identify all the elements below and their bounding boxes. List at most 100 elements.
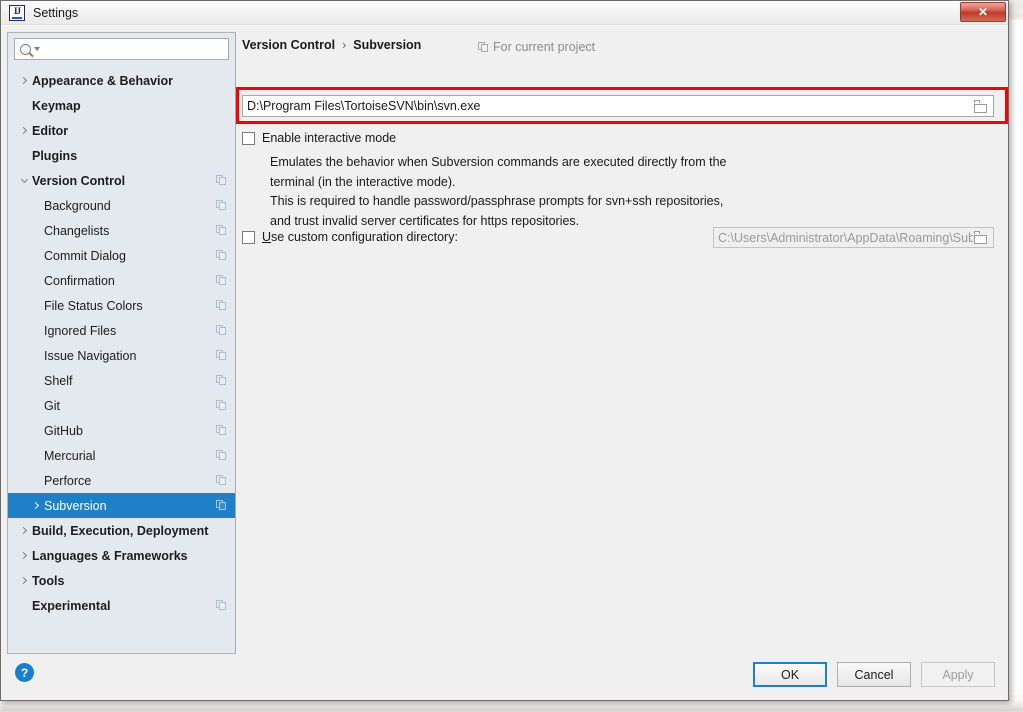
chevron-right-icon	[16, 76, 32, 85]
help-icon[interactable]: ?	[15, 663, 34, 682]
settings-tree: Appearance & Behavior Keymap Editor Plugins…	[8, 66, 235, 653]
for-current-project-text: For current project	[493, 40, 596, 54]
search-input[interactable]	[44, 41, 223, 57]
sidebar-item-label: GitHub	[44, 423, 83, 438]
folder-icon[interactable]	[973, 99, 989, 113]
copy-settings-icon[interactable]	[216, 225, 227, 236]
title-bar: IJ Settings ✕	[1, 1, 1008, 25]
sidebar-item-issue-navigation[interactable]: Issue Navigation	[8, 343, 235, 368]
enable-interactive-mode-row[interactable]: Enable interactive mode	[242, 131, 396, 145]
sidebar-item-label: Mercurial	[44, 448, 96, 463]
sidebar-item-languages-frameworks[interactable]: Languages & Frameworks	[8, 543, 235, 568]
copy-settings-icon[interactable]	[216, 475, 227, 486]
copy-settings-icon[interactable]	[216, 275, 227, 286]
breadcrumb-leaf: Subversion	[353, 38, 422, 52]
copy-settings-icon[interactable]	[216, 600, 227, 611]
sidebar-item-keymap[interactable]: Keymap	[8, 93, 235, 118]
sidebar-item-label: Commit Dialog	[44, 248, 126, 263]
search-icon	[20, 43, 31, 55]
sidebar-item-confirmation[interactable]: Confirmation	[8, 268, 235, 293]
window-title: Settings	[33, 5, 79, 20]
breadcrumb-separator: ›	[342, 38, 347, 52]
svn-executable-path-field[interactable]: D:\Program Files\TortoiseSVN\bin\svn.exe	[242, 95, 994, 117]
use-custom-config-directory-label: Use custom configuration directory:	[262, 230, 458, 244]
sidebar-item-label: Tools	[32, 573, 65, 588]
sidebar-item-label: Subversion	[44, 498, 107, 513]
sidebar-item-label: Ignored Files	[44, 323, 117, 338]
custom-config-directory-field-row: C:\Users\Administrator\AppData\Roaming\S…	[713, 227, 994, 248]
sidebar-item-shelf[interactable]: Shelf	[8, 368, 235, 393]
close-icon[interactable]: ✕	[960, 2, 1006, 22]
copy-settings-icon[interactable]	[216, 200, 227, 211]
footer-button-group: OK Cancel Apply	[753, 662, 995, 687]
sidebar-item-ignored-files[interactable]: Ignored Files	[8, 318, 235, 343]
interactive-mode-description: Emulates the behavior when Subversion co…	[270, 153, 830, 231]
label-rest: se custom configuration directory:	[271, 230, 458, 244]
folder-icon[interactable]	[973, 231, 989, 244]
copy-settings-icon[interactable]	[216, 450, 227, 461]
sidebar-item-plugins[interactable]: Plugins	[8, 143, 235, 168]
sidebar-item-experimental[interactable]: Experimental	[8, 593, 235, 618]
dialog-body: Appearance & Behavior Keymap Editor Plugins…	[1, 25, 1008, 685]
copy-settings-icon[interactable]	[216, 300, 227, 311]
sidebar-item-background[interactable]: Background	[8, 193, 235, 218]
sidebar-item-github[interactable]: GitHub	[8, 418, 235, 443]
chevron-right-icon	[16, 551, 32, 560]
enable-interactive-mode-label: Enable interactive mode	[262, 131, 397, 145]
sidebar-item-appearance-behavior[interactable]: Appearance & Behavior	[8, 68, 235, 93]
sidebar-item-perforce[interactable]: Perforce	[8, 468, 235, 493]
sidebar-item-label: Experimental	[32, 598, 111, 613]
sidebar-item-label: Build, Execution, Deployment	[32, 523, 209, 538]
enable-interactive-mode-checkbox[interactable]	[242, 131, 255, 145]
sidebar-item-editor[interactable]: Editor	[8, 118, 235, 143]
sidebar-item-subversion[interactable]: Subversion	[8, 493, 235, 518]
sidebar-item-label: Git	[44, 398, 60, 413]
sidebar-search-row	[8, 33, 235, 66]
sidebar-item-mercurial[interactable]: Mercurial	[8, 443, 235, 468]
chevron-right-icon	[16, 526, 32, 535]
search-field[interactable]	[14, 38, 229, 60]
svn-executable-path-row: D:\Program Files\TortoiseSVN\bin\svn.exe	[242, 95, 994, 117]
copy-settings-icon[interactable]	[216, 325, 227, 336]
settings-main-panel: Version Control › Subversion For current…	[236, 32, 1008, 685]
copy-settings-icon[interactable]	[216, 375, 227, 386]
copy-settings-icon[interactable]	[216, 500, 227, 511]
sidebar-item-label: Appearance & Behavior	[32, 73, 174, 88]
cancel-button[interactable]: Cancel	[837, 662, 911, 687]
sidebar-item-label: Background	[44, 198, 111, 213]
sidebar-item-file-status-colors[interactable]: File Status Colors	[8, 293, 235, 318]
sidebar-item-changelists[interactable]: Changelists	[8, 218, 235, 243]
copy-settings-icon[interactable]	[216, 425, 227, 436]
sidebar-item-commit-dialog[interactable]: Commit Dialog	[8, 243, 235, 268]
use-custom-config-directory-checkbox[interactable]	[242, 230, 255, 244]
apply-button[interactable]: Apply	[921, 662, 995, 687]
chevron-right-icon	[28, 501, 44, 510]
chevron-right-icon	[16, 576, 32, 585]
description-line: Emulates the behavior when Subversion co…	[270, 155, 727, 169]
copy-settings-icon[interactable]	[216, 250, 227, 261]
sidebar-item-build-execution-deployment[interactable]: Build, Execution, Deployment	[8, 518, 235, 543]
custom-config-directory-field[interactable]: C:\Users\Administrator\AppData\Roaming\S…	[713, 227, 994, 248]
chevron-down-icon	[16, 175, 32, 183]
sidebar-item-label: Confirmation	[44, 273, 115, 288]
breadcrumb-root[interactable]: Version Control	[242, 38, 335, 52]
copy-settings-icon[interactable]	[216, 175, 227, 186]
sidebar-item-label: Languages & Frameworks	[32, 548, 188, 563]
sidebar-item-tools[interactable]: Tools	[8, 568, 235, 593]
chevron-down-icon	[34, 47, 40, 51]
sidebar-item-label: Editor	[32, 123, 69, 138]
sidebar-item-version-control[interactable]: Version Control	[8, 168, 235, 193]
copy-settings-icon[interactable]	[216, 400, 227, 411]
sidebar-item-label: Issue Navigation	[44, 348, 137, 363]
description-line: terminal (in the interactive mode).	[270, 174, 456, 189]
sidebar-item-label: Shelf	[44, 373, 73, 388]
svn-executable-path-value: D:\Program Files\TortoiseSVN\bin\svn.exe	[247, 99, 481, 113]
copy-settings-icon[interactable]	[216, 350, 227, 361]
sidebar-item-label: Changelists	[44, 223, 110, 238]
ok-button[interactable]: OK	[753, 662, 827, 687]
sidebar-item-git[interactable]: Git	[8, 393, 235, 418]
dialog-footer: ? OK Cancel Apply	[1, 654, 1008, 700]
settings-sidebar: Appearance & Behavior Keymap Editor Plugins…	[7, 32, 236, 654]
use-custom-config-directory-row[interactable]: Use custom configuration directory:	[242, 230, 458, 244]
description-line: This is required to handle password/pass…	[270, 194, 724, 208]
